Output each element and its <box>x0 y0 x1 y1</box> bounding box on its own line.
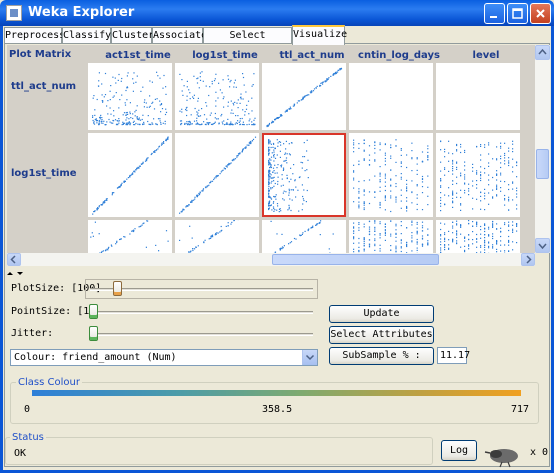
tab-classify[interactable]: Classify <box>62 27 111 44</box>
maximize-button[interactable] <box>507 3 528 24</box>
window-title: Weka Explorer <box>28 5 135 20</box>
scroll-up-button[interactable] <box>535 45 550 60</box>
class-colour-min: 0 <box>24 404 31 415</box>
weka-bird-icon <box>484 449 518 468</box>
class-colour-gradient <box>32 390 521 396</box>
plot-cell-row2-vs-level[interactable] <box>436 220 520 253</box>
plot-cell-log1st-time-vs-ttl-act-num[interactable] <box>262 133 346 217</box>
update-button[interactable]: Update <box>329 305 434 323</box>
class-colour-title: Class Colour <box>16 377 82 388</box>
plot-size-slider[interactable] <box>85 279 318 299</box>
task-count: x 0 <box>530 447 549 458</box>
point-size-knob[interactable] <box>89 304 98 319</box>
plot-cell-row2-vs-ttl-act-num[interactable] <box>262 220 346 253</box>
scroll-down-button[interactable] <box>535 238 550 253</box>
class-colour-mid: 358.5 <box>262 404 293 415</box>
tab-associate[interactable]: Associate <box>152 27 207 44</box>
plot-cell-log1st-time-vs-level[interactable] <box>436 133 520 217</box>
plot-cell-log1st-time-vs-log1st-time[interactable] <box>175 133 259 217</box>
colour-attribute-select[interactable]: Colour: friend_amount (Num) <box>10 349 318 366</box>
plot-cell-ttl-act-num-vs-cntin-log-days[interactable] <box>349 63 433 130</box>
plot-cell-row2-vs-log1st-time[interactable] <box>175 220 259 253</box>
column-header-cntin-log-days: cntin_log_days <box>358 50 440 61</box>
plot-cell-ttl-act-num-vs-act1st-time[interactable] <box>88 63 172 130</box>
column-header-log1st-time: log1st_time <box>192 50 258 61</box>
plot-matrix-horizontal-scrollbar[interactable] <box>7 253 535 266</box>
plot-cell-row2-vs-act1st-time[interactable] <box>88 220 172 253</box>
plot-cell-ttl-act-num-vs-log1st-time[interactable] <box>175 63 259 130</box>
jitter-label: Jitter: <box>11 328 54 339</box>
row-header-log1st-time: log1st_time <box>11 168 77 179</box>
class-colour-max: 717 <box>511 404 530 415</box>
status-title: Status <box>10 432 46 443</box>
plot-cell-ttl-act-num-vs-ttl-act-num[interactable] <box>262 63 346 130</box>
log-button[interactable]: Log <box>441 440 477 461</box>
select-attributes-button[interactable]: Select Attributes <box>329 326 434 344</box>
scroll-right-button[interactable] <box>521 253 535 266</box>
column-header-ttl-act-num: ttl_act_num <box>279 50 345 61</box>
weka-app-icon <box>6 5 22 21</box>
panel-splitter[interactable] <box>6 266 546 275</box>
title-bar: Weka Explorer <box>0 0 554 26</box>
tab-select-attributes[interactable]: Select attributes <box>203 27 292 56</box>
tab-visualize[interactable]: Visualize <box>292 25 347 45</box>
plot-matrix: Plot Matrix act1st_time log1st_time ttl_… <box>7 45 536 253</box>
jitter-slider[interactable] <box>85 324 318 344</box>
plot-cell-ttl-act-num-vs-level[interactable] <box>436 63 520 130</box>
point-size-slider[interactable] <box>85 302 318 322</box>
tab-preprocess[interactable]: Preprocess <box>4 27 65 44</box>
point-size-label: PointSize: [1] <box>11 306 96 317</box>
plot-cell-log1st-time-vs-act1st-time[interactable] <box>88 133 172 217</box>
plot-size-knob[interactable] <box>112 281 122 296</box>
plot-matrix-vertical-scrollbar[interactable] <box>535 45 550 253</box>
close-button[interactable] <box>530 3 551 24</box>
status-message: OK <box>14 448 27 459</box>
column-header-level: level <box>472 50 500 61</box>
column-header-act1st-time: act1st_time <box>105 50 171 61</box>
scroll-left-button[interactable] <box>7 253 21 266</box>
tab-cluster[interactable]: Cluster <box>111 27 154 44</box>
vertical-scroll-thumb[interactable] <box>536 149 549 179</box>
colour-attribute-value: Colour: friend_amount (Num) <box>14 352 177 363</box>
plot-cell-row2-vs-cntin-log-days[interactable] <box>349 220 433 253</box>
plot-matrix-label: Plot Matrix <box>9 49 72 60</box>
plot-cell-log1st-time-vs-cntin-log-days[interactable] <box>349 133 433 217</box>
minimize-button[interactable] <box>484 3 505 24</box>
status-group <box>5 437 433 465</box>
class-colour-group <box>10 382 539 424</box>
subsample-percent-input[interactable]: 11.17 <box>437 347 470 364</box>
horizontal-scroll-thumb[interactable] <box>272 254 439 265</box>
subsample-button[interactable]: SubSample % : <box>329 347 434 365</box>
row-header-ttl-act-num: ttl_act_num <box>11 81 77 92</box>
chevron-down-icon[interactable] <box>302 350 317 365</box>
jitter-knob[interactable] <box>89 326 98 341</box>
